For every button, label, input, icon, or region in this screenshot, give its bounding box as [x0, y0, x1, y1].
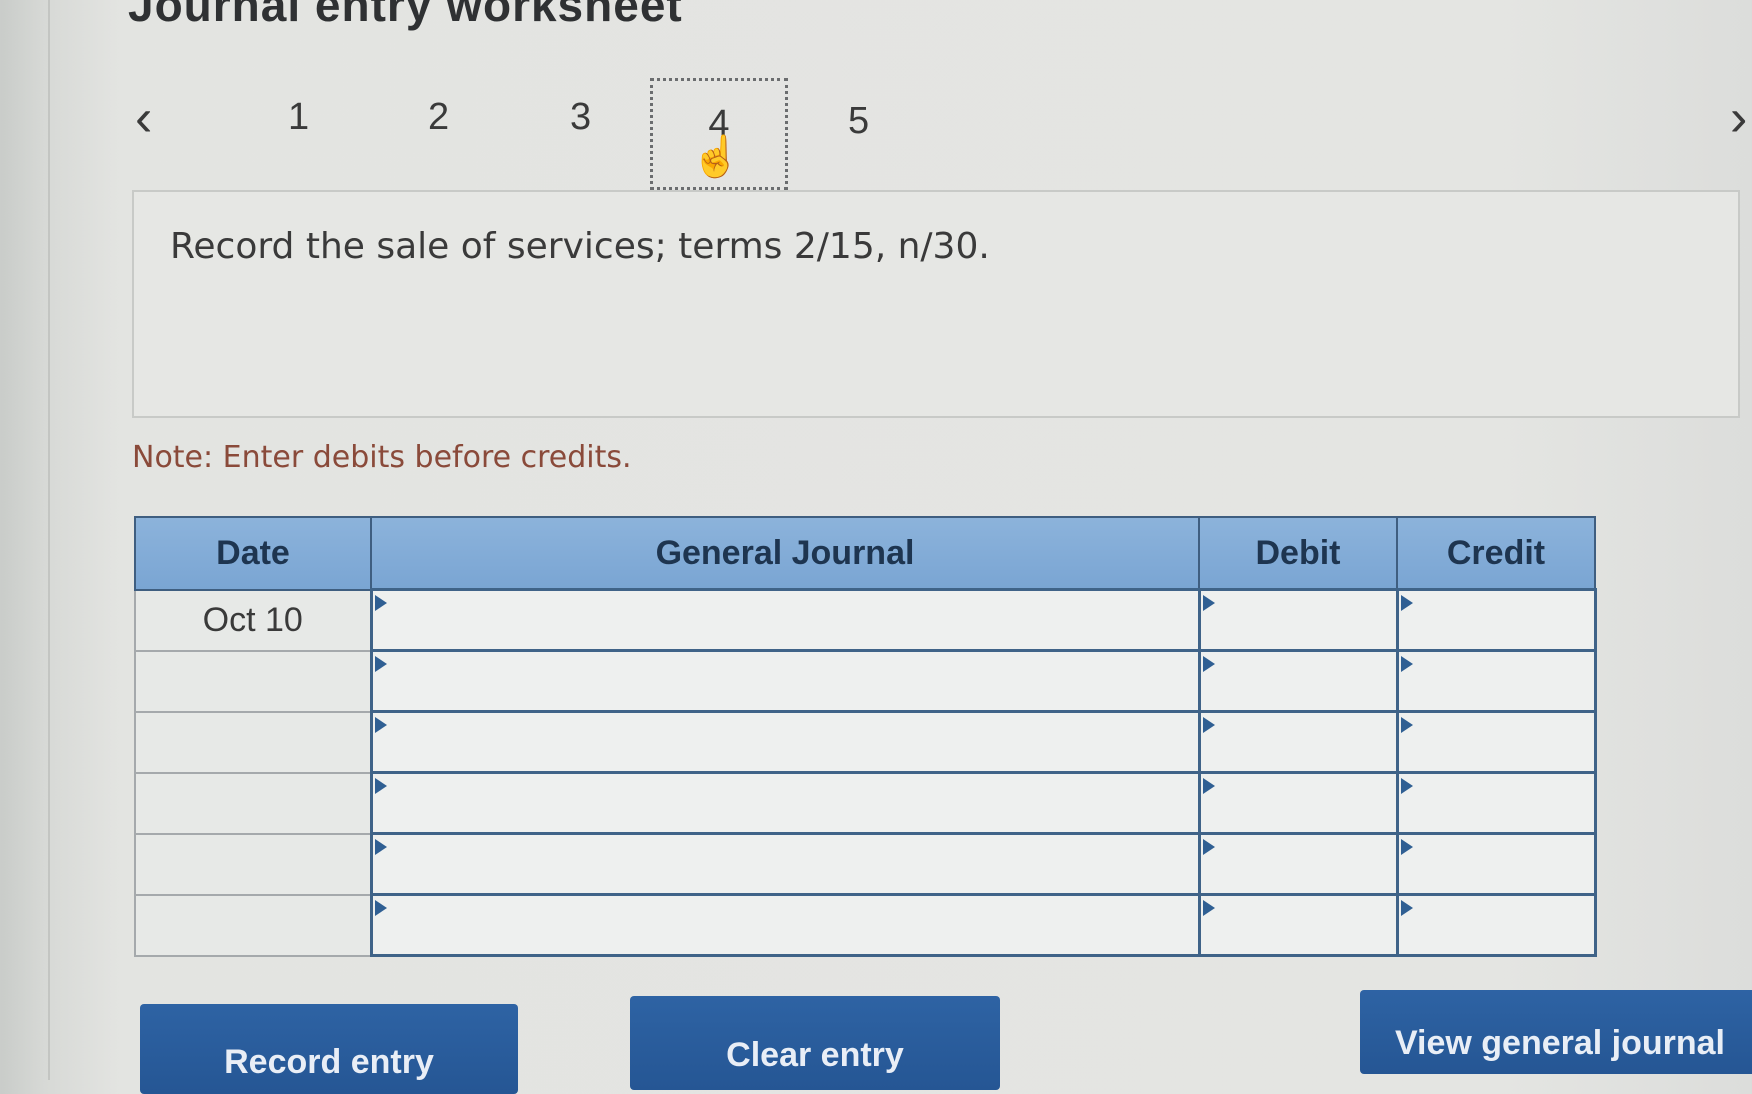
credit-cell[interactable]: [1395, 893, 1597, 957]
debit-cell[interactable]: [1197, 893, 1399, 957]
account-cell[interactable]: [369, 588, 1201, 652]
credit-cell[interactable]: [1395, 832, 1597, 896]
debit-cell[interactable]: [1197, 832, 1399, 896]
credit-cell[interactable]: [1395, 649, 1597, 713]
dropdown-marker-icon: [1400, 717, 1413, 733]
date-column-header: Date: [134, 516, 372, 591]
chevron-left-icon[interactable]: ‹: [135, 92, 152, 144]
record-entry-button[interactable]: Record entry: [140, 1004, 518, 1094]
debit-input[interactable]: [1200, 835, 1396, 893]
account-input[interactable]: [372, 591, 1198, 649]
dropdown-marker-icon: [1202, 900, 1215, 916]
table-row: Oct 10: [134, 588, 1597, 652]
account-cell[interactable]: [369, 649, 1201, 713]
question-text: Record the sale of services; terms 2/15,…: [170, 226, 990, 267]
dropdown-marker-icon: [1202, 778, 1215, 794]
question-panel: Record the sale of services; terms 2/15,…: [132, 190, 1740, 418]
debit-cell[interactable]: [1197, 588, 1399, 652]
table-row: [134, 710, 1597, 774]
debit-cell[interactable]: [1197, 649, 1399, 713]
debit-input[interactable]: [1200, 591, 1396, 649]
date-cell: [134, 649, 372, 713]
account-input[interactable]: [372, 896, 1198, 954]
dropdown-marker-icon: [374, 717, 387, 733]
date-cell: Oct 10: [134, 588, 372, 652]
dropdown-marker-icon: [374, 778, 387, 794]
step-tab-5[interactable]: 5: [848, 100, 869, 143]
credit-column-header: Credit: [1396, 516, 1596, 591]
account-cell[interactable]: [369, 893, 1201, 957]
step-navigation: ‹ 1 2 3 4 ☝ 5 ›: [0, 70, 1752, 200]
dropdown-marker-icon: [1202, 595, 1215, 611]
table-row: [134, 832, 1597, 896]
dropdown-marker-icon: [1400, 595, 1413, 611]
hand-pointer-icon: ☝: [691, 135, 741, 179]
dropdown-marker-icon: [1400, 839, 1413, 855]
page-title: Journal entry worksheet: [128, 0, 683, 31]
credit-cell[interactable]: [1395, 588, 1597, 652]
note-text: Note: Enter debits before credits.: [132, 440, 632, 475]
date-cell: [134, 771, 372, 835]
dropdown-marker-icon: [1400, 778, 1413, 794]
dropdown-marker-icon: [374, 595, 387, 611]
credit-input[interactable]: [1398, 591, 1594, 649]
debit-cell[interactable]: [1197, 771, 1399, 835]
account-input[interactable]: [372, 835, 1198, 893]
date-cell: [134, 832, 372, 896]
clear-entry-button[interactable]: Clear entry: [630, 996, 1000, 1090]
credit-input[interactable]: [1398, 835, 1594, 893]
step-tab-4[interactable]: 4 ☝: [650, 78, 788, 190]
dropdown-marker-icon: [1400, 656, 1413, 672]
credit-cell[interactable]: [1395, 771, 1597, 835]
chevron-right-icon[interactable]: ›: [1730, 92, 1747, 144]
journal-table: Date General Journal Debit Credit Oct 10: [134, 516, 1597, 957]
dropdown-marker-icon: [374, 900, 387, 916]
table-row: [134, 771, 1597, 835]
step-tab-1[interactable]: 1: [288, 96, 309, 139]
account-cell[interactable]: [369, 832, 1201, 896]
step-tab-3[interactable]: 3: [570, 96, 591, 139]
dropdown-marker-icon: [374, 656, 387, 672]
credit-cell[interactable]: [1395, 710, 1597, 774]
dropdown-marker-icon: [1202, 839, 1215, 855]
account-input[interactable]: [372, 713, 1198, 771]
account-cell[interactable]: [369, 710, 1201, 774]
dropdown-marker-icon: [1202, 656, 1215, 672]
general-journal-column-header: General Journal: [370, 516, 1200, 591]
debit-cell[interactable]: [1197, 710, 1399, 774]
table-row: [134, 649, 1597, 713]
date-cell: [134, 710, 372, 774]
credit-input[interactable]: [1398, 896, 1594, 954]
credit-input[interactable]: [1398, 713, 1594, 771]
date-cell: [134, 893, 372, 957]
table-row: [134, 893, 1597, 957]
credit-input[interactable]: [1398, 652, 1594, 710]
dropdown-marker-icon: [1400, 900, 1413, 916]
debit-input[interactable]: [1200, 896, 1396, 954]
account-cell[interactable]: [369, 771, 1201, 835]
debit-input[interactable]: [1200, 713, 1396, 771]
dropdown-marker-icon: [374, 839, 387, 855]
credit-input[interactable]: [1398, 774, 1594, 832]
account-input[interactable]: [372, 774, 1198, 832]
view-general-journal-button[interactable]: View general journal: [1360, 990, 1752, 1074]
debit-input[interactable]: [1200, 652, 1396, 710]
account-input[interactable]: [372, 652, 1198, 710]
debit-column-header: Debit: [1198, 516, 1398, 591]
step-tab-2[interactable]: 2: [428, 96, 449, 139]
debit-input[interactable]: [1200, 774, 1396, 832]
dropdown-marker-icon: [1202, 717, 1215, 733]
journal-header-row: Date General Journal Debit Credit: [134, 516, 1596, 591]
